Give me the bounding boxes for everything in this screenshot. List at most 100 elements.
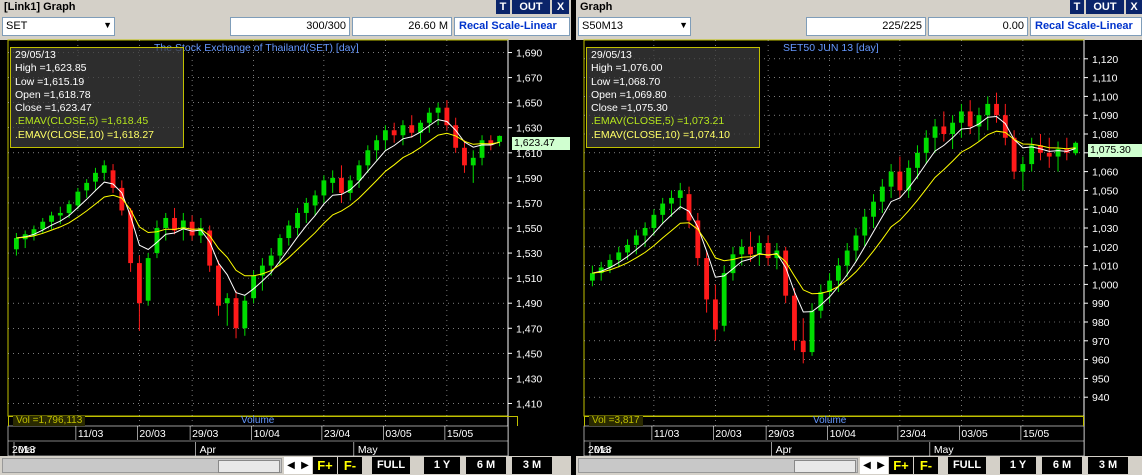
x-tick-label: 15/05 [1023, 428, 1049, 440]
candle-body [853, 235, 859, 251]
candle-body [268, 255, 274, 266]
candle-body [339, 177, 344, 193]
candle-body [1011, 137, 1017, 172]
candle-body [844, 250, 850, 266]
info-open: Open =1,618.78 [15, 88, 91, 101]
x-tick-label: 11/03 [654, 428, 680, 440]
y-tick-label: 1,630 [516, 123, 542, 135]
scroll-right-icon[interactable]: ▶ [298, 457, 312, 474]
candle-body [303, 202, 309, 213]
close-button[interactable]: X [552, 0, 569, 14]
volume-pane: Vol =1,796,113 Volume [8, 416, 518, 426]
candle-body [765, 243, 771, 259]
scroll-left-icon[interactable]: ◀ [284, 457, 298, 474]
x-tick-label: 29/03 [192, 428, 218, 440]
candle-body [642, 228, 648, 236]
close-button[interactable]: X [1126, 0, 1142, 14]
candle-body [40, 221, 46, 230]
candle-body [633, 235, 639, 245]
candle-body [163, 217, 169, 228]
candle-body [462, 147, 467, 166]
candle-body [669, 197, 674, 204]
candle-body [330, 177, 336, 183]
candle-body [1020, 164, 1026, 172]
candle-body [470, 157, 476, 166]
y-tick-label: 960 [1092, 355, 1110, 367]
month-label: Mar [18, 444, 37, 456]
candle-body [356, 165, 362, 181]
y-tick-label: 1,650 [516, 98, 542, 110]
info-ema10: .EMAV(CLOSE,10) =1,618.27 [15, 128, 155, 141]
full-range-button[interactable]: FULL [948, 457, 986, 474]
x-tick-label: 20/03 [715, 428, 741, 440]
candle-body [101, 165, 107, 173]
f-plus-button[interactable]: F+ [889, 457, 913, 474]
y-tick-label: 1,050 [1092, 185, 1118, 197]
y-tick-label: 1,080 [1092, 129, 1118, 141]
y-tick-label: 1,530 [516, 248, 542, 260]
horizontal-scrollbar[interactable] [578, 458, 858, 473]
full-range-button[interactable]: FULL [372, 457, 410, 474]
candle-body [809, 310, 815, 353]
y-tick-label: 1,010 [1092, 261, 1118, 273]
x-tick-label: 10/04 [830, 428, 856, 440]
candle-body [756, 243, 762, 255]
t-button[interactable]: T [496, 0, 510, 14]
candle-body [985, 103, 991, 116]
t-button[interactable]: T [1070, 0, 1084, 14]
x-tick-label: 29/03 [768, 428, 794, 440]
candle-body [409, 125, 415, 133]
horizontal-scrollbar[interactable] [2, 458, 282, 473]
candle-body [625, 244, 630, 253]
x-tick-label: 20/03 [139, 428, 165, 440]
candle-body [286, 225, 292, 239]
y-tick-label: 1,060 [1092, 167, 1118, 179]
info-high: High =1,076.00 [591, 62, 663, 75]
f-minus-button[interactable]: F- [914, 457, 938, 474]
candle-body [739, 246, 745, 255]
y-tick-label: 1,670 [516, 73, 542, 85]
scroll-thumb[interactable] [794, 460, 856, 473]
range-3m-button[interactable]: 3 M [1088, 457, 1128, 474]
f-minus-button[interactable]: F- [338, 457, 362, 474]
scroll-left-icon[interactable]: ◀ [860, 457, 874, 474]
info-low: Low =1,615.19 [15, 75, 85, 88]
range-6m-button[interactable]: 6 M [466, 457, 506, 474]
candle-body [435, 107, 441, 113]
candle-body [128, 210, 134, 264]
candle-body [277, 238, 283, 256]
candle-body [932, 126, 938, 138]
candle-body [712, 299, 718, 330]
window-titlebar[interactable]: Graph T OUT X [576, 0, 1142, 15]
chart-title: The Stock Exchange of Thailand(SET) [day… [154, 42, 359, 54]
candle-body [224, 298, 230, 304]
out-button[interactable]: OUT [512, 0, 550, 14]
y-tick-label: 1,090 [1092, 110, 1118, 122]
volume-title: Volume [813, 415, 847, 426]
out-button[interactable]: OUT [1086, 0, 1124, 14]
y-tick-label: 1,020 [1092, 242, 1118, 254]
vol-label: Vol =1,796,113 [13, 416, 86, 426]
info-high: High =1,623.85 [15, 62, 87, 75]
y-tick-label: 1,490 [516, 298, 542, 310]
candle-body [660, 203, 666, 215]
candle-body [1029, 145, 1035, 165]
info-close: Close =1,623.47 [15, 102, 92, 115]
f-plus-button[interactable]: F+ [313, 457, 337, 474]
scroll-right-icon[interactable]: ▶ [874, 457, 888, 474]
candle-body [374, 140, 380, 151]
y-tick-label: 990 [1092, 298, 1110, 310]
range-3m-button[interactable]: 3 M [512, 457, 552, 474]
candle-body [145, 258, 151, 301]
y-tick-label: 1,590 [516, 173, 542, 185]
candle-body [400, 125, 406, 136]
range-1y-button[interactable]: 1 Y [1000, 457, 1036, 474]
month-label: Mar [594, 444, 613, 456]
candle-body [888, 171, 894, 187]
candle-body [923, 137, 929, 153]
scroll-thumb[interactable] [218, 460, 280, 473]
range-1y-button[interactable]: 1 Y [424, 457, 460, 474]
y-tick-label: 1,410 [516, 398, 542, 410]
range-6m-button[interactable]: 6 M [1042, 457, 1082, 474]
window-titlebar[interactable]: [Link1] Graph T OUT X [0, 0, 571, 15]
